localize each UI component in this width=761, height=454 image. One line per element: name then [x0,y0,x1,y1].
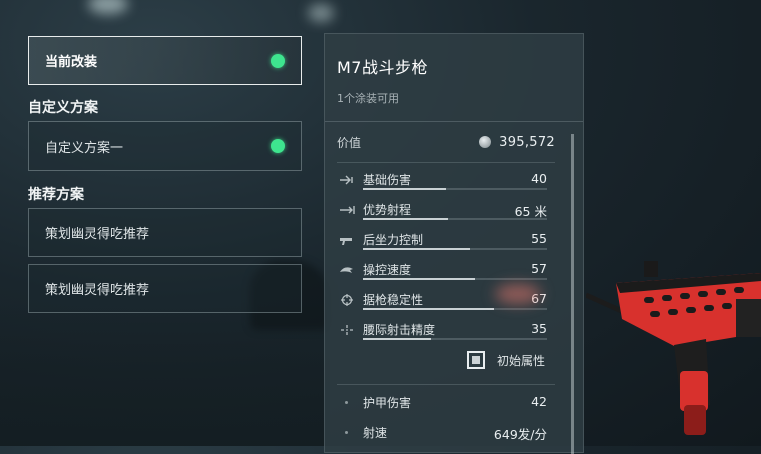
recoil-icon [337,234,357,248]
extra-stat-value: 42 [531,394,547,409]
recommended-preset-button[interactable]: 策划幽灵得吃推荐 [28,208,302,257]
recommended-preset-label: 策划幽灵得吃推荐 [45,227,150,242]
mod-presets-panel: 当前改装 自定义方案 自定义方案一 推荐方案 策划幽灵得吃推荐 策划幽灵得吃推荐 [0,0,320,446]
stat-label: 据枪稳定性 [363,293,424,307]
active-indicator-icon [271,139,285,153]
divider [325,121,583,122]
hipfire-icon [337,324,357,338]
stat-value: 55 [531,231,547,246]
stat-label: 腰际射击精度 [363,323,436,337]
bullet-icon [345,401,348,404]
stat-row: 腰际射击精度 35 [337,321,559,349]
stat-bar [363,278,547,280]
stat-bar-fill [363,188,446,190]
stat-label: 操控速度 [363,263,412,277]
stat-bar-fill [363,338,432,340]
current-mod-button[interactable]: 当前改装 [28,36,302,85]
highlight-glow [495,284,541,304]
stat-value: 40 [531,171,547,186]
stat-bar-fill [363,308,494,310]
bullet-icon [345,431,348,434]
custom-preset-button[interactable]: 自定义方案一 [28,121,302,171]
extra-stat-row: 射速 649发/分 [337,424,559,446]
stat-bar [363,218,547,220]
stat-bar [363,188,547,190]
current-mod-label: 当前改装 [45,55,98,70]
extra-stat-label: 护甲伤害 [363,396,412,410]
skins-available-text: 1个涂装可用 [337,92,399,105]
base-attributes-checkbox[interactable] [467,351,485,369]
panel-scrollbar[interactable] [571,134,574,454]
extra-stat-row: 护甲伤害 42 [337,394,559,416]
coin-icon [479,136,492,148]
value-row: 价值 395,572 [337,131,555,153]
active-indicator-icon [271,53,285,68]
stat-value: 35 [531,321,547,336]
weapon-name: M7战斗步枪 [337,58,428,77]
divider [337,162,555,163]
weapon-info-panel: M7战斗步枪 1个涂装可用 价值 395,572 基础伤害 40 优势射程 65… [324,33,584,454]
stat-bar [363,248,547,250]
stability-icon [337,294,357,308]
recommended-preset-button[interactable]: 策划幽灵得吃推荐 [28,264,302,313]
stat-bar-fill [363,218,448,220]
stat-row: 基础伤害 40 [337,171,559,199]
stat-value: 57 [531,261,547,276]
divider [337,384,555,385]
stat-bar-fill [363,248,470,250]
custom-section-title: 自定义方案 [28,100,98,116]
value-label: 价值 [337,135,362,150]
stat-bar [363,338,547,340]
recommended-section-title: 推荐方案 [28,187,84,203]
custom-preset-label: 自定义方案一 [45,140,124,156]
extra-stat-label: 射速 [363,426,388,440]
stat-row: 优势射程 65 米 [337,201,559,229]
stat-row: 后坐力控制 55 [337,231,559,259]
extra-stat-value: 649发/分 [493,427,547,442]
base-attributes-label: 初始属性 [497,353,546,368]
recommended-preset-label: 策划幽灵得吃推荐 [45,283,150,298]
stat-label: 优势射程 [363,203,412,217]
stat-bar [363,308,547,310]
range-icon [337,204,357,218]
handling-icon [337,264,357,278]
value-amount: 395,572 [499,134,555,150]
stat-label: 后坐力控制 [363,233,424,247]
stat-bar-fill [363,278,476,280]
weapon-preview-image [584,255,761,446]
damage-icon [337,174,357,188]
stat-label: 基础伤害 [363,173,412,187]
base-attributes-toggle[interactable]: 初始属性 [467,351,545,369]
